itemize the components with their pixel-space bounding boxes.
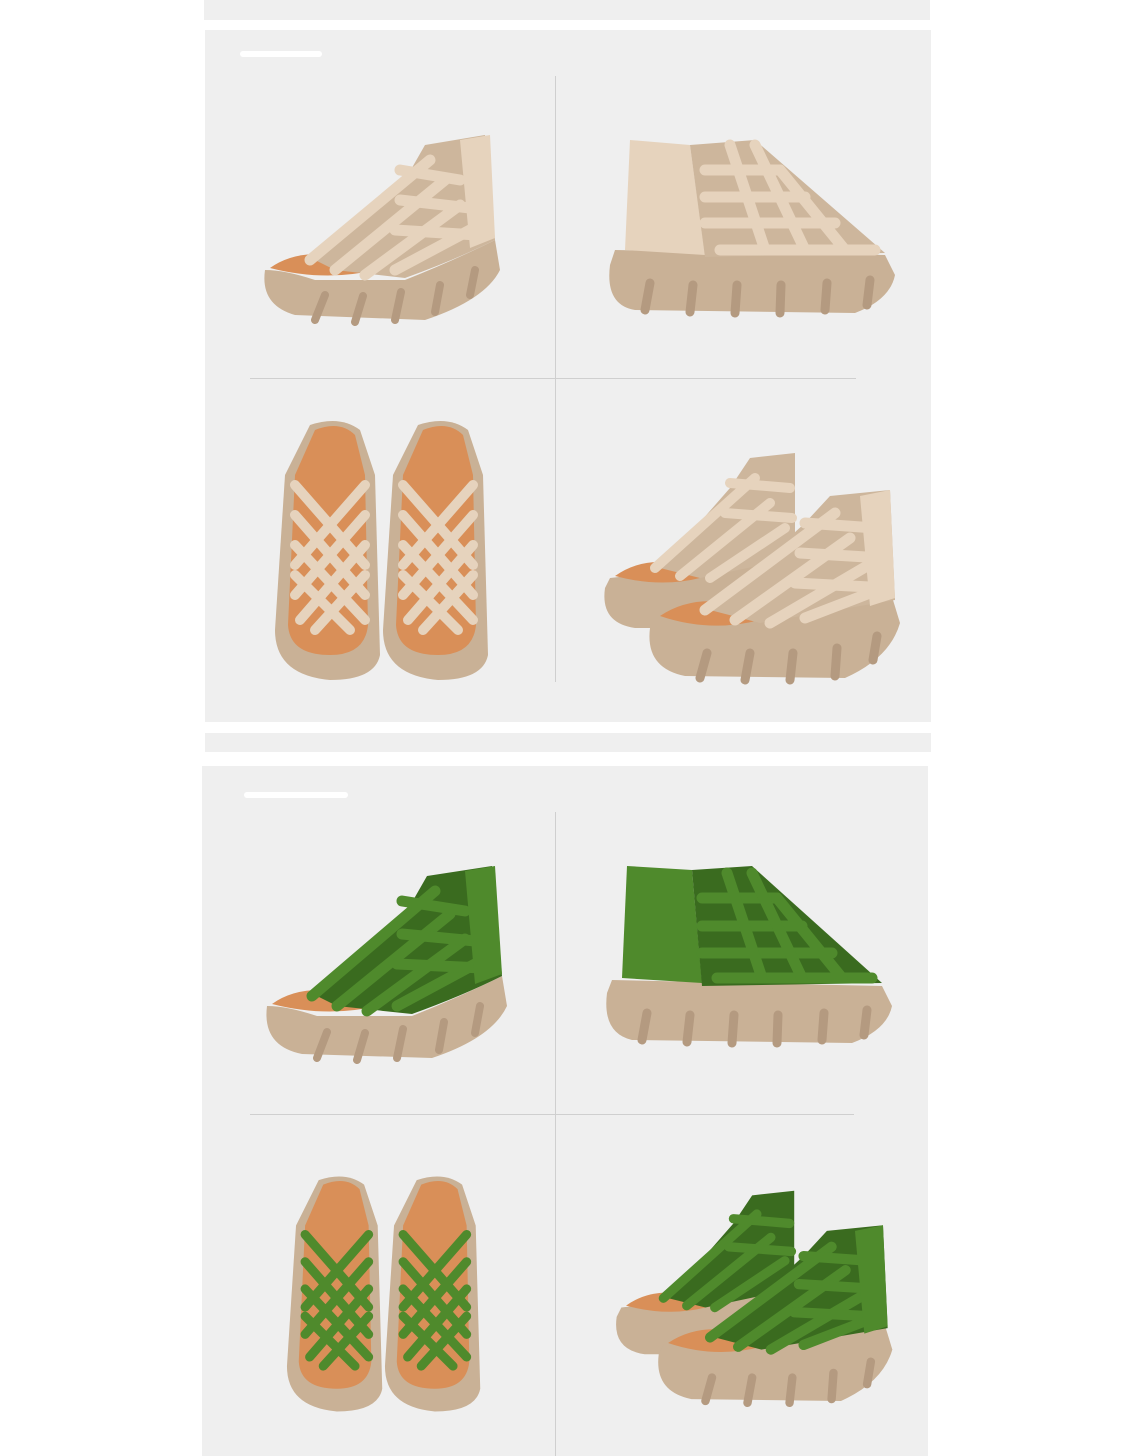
- sandal-beige-side-angle: [255, 120, 515, 335]
- sandal-illustration: [286, 1176, 481, 1412]
- sandal-green-top-pair: [282, 1171, 487, 1416]
- sandal-illustration: [616, 1190, 893, 1408]
- middle-strip: [205, 733, 931, 752]
- sandal-illustration: [264, 135, 500, 326]
- sandal-beige-back-side: [605, 125, 905, 325]
- sandal-illustration: [275, 421, 488, 680]
- sandal-beige-top-pair: [270, 415, 495, 685]
- sandal-illustration: [266, 866, 507, 1064]
- product-panel-green: [202, 766, 928, 1456]
- sandal-illustration: [606, 866, 892, 1048]
- vertical-divider: [555, 812, 556, 1456]
- product-panel-beige: [205, 30, 931, 722]
- panel-label-bar: [244, 792, 348, 798]
- sandal-green-back-side: [602, 858, 902, 1053]
- panel-label-bar: [240, 51, 322, 57]
- sandal-green-pair-angle: [612, 1186, 897, 1408]
- sandal-green-side-angle: [257, 856, 522, 1071]
- sandal-beige-pair-angle: [600, 448, 905, 685]
- top-strip: [204, 0, 930, 20]
- horizontal-divider: [250, 1114, 854, 1115]
- horizontal-divider: [250, 378, 856, 379]
- sandal-illustration: [604, 453, 900, 685]
- vertical-divider: [555, 76, 556, 682]
- sandal-illustration: [609, 139, 895, 318]
